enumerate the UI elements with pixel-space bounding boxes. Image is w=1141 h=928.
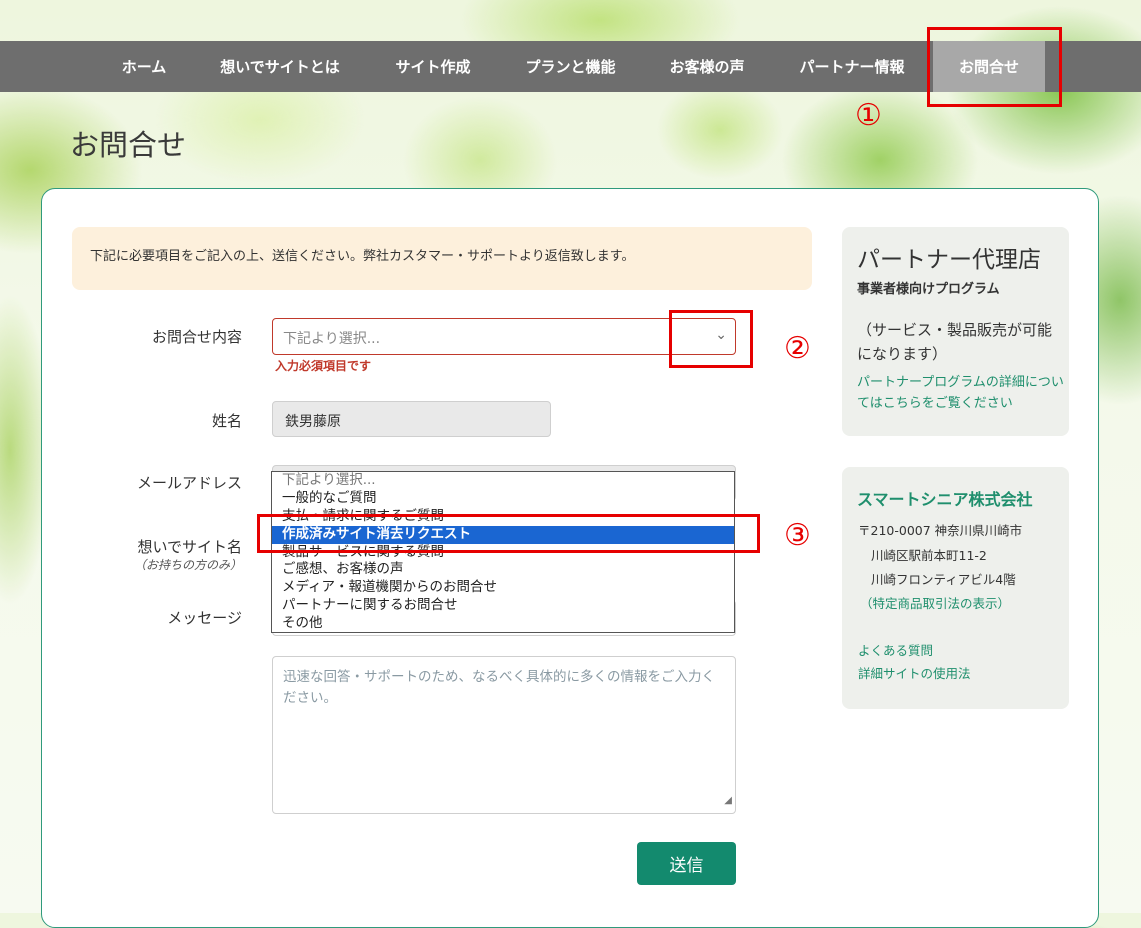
nav-item-create-site[interactable]: サイト作成 [368,41,498,92]
company-name: スマートシニア株式会社 [857,490,1033,509]
dropdown-option[interactable]: 下記より選択... [272,472,734,490]
inquiry-type-select[interactable]: 下記より選択... ⌄ [272,318,736,355]
annotation-number-2: ② [784,331,811,366]
partner-description: （サービス・製品販売が可能になります） [857,321,1053,363]
nav-item-contact[interactable]: お問合せ [933,41,1045,92]
dropdown-option[interactable]: パートナーに関するお問合せ [272,597,734,615]
dropdown-option[interactable]: メディア・報道機関からのお問合せ [272,579,734,597]
email-label: メールアドレス [136,474,242,492]
company-address-line2: 川崎区駅前本町11-2 [871,548,987,563]
inquiry-type-dropdown-list[interactable]: 下記より選択... 一般的なご質問 支払・請求に関するご質問 作成済みサイト消去… [271,471,735,633]
dropdown-option[interactable]: 一般的なご質問 [272,490,734,508]
company-address-line3: 川崎フロンティアビル4階 [871,572,1016,587]
partner-title: パートナー代理店 [857,247,1041,273]
chevron-down-icon[interactable]: ⌄ [715,327,727,343]
annotation-number-3: ③ [784,518,811,553]
inquiry-type-label: お問合せ内容 [151,328,242,346]
dropdown-option-selected[interactable]: 作成済みサイト消去リクエスト [272,525,734,544]
faq-link[interactable]: よくある質問 [858,640,933,659]
dropdown-option[interactable]: その他 [272,615,734,633]
company-address-line1: 〒210-0007 神奈川県川崎市 [858,523,1023,538]
dropdown-option[interactable]: 支払・請求に関するご質問 [272,508,734,526]
required-error-text: 入力必須項目です [275,359,372,373]
dropdown-option[interactable]: 製品サービスに関する質問 [272,544,734,562]
page-title: お問合せ [70,128,187,162]
site-name-sublabel: （お持ちの方のみ） [133,558,242,572]
partner-program-link[interactable]: パートナープログラムの詳細についてはこちらをご覧ください [857,372,1067,414]
nav-item-about[interactable]: 想いでサイトとは [192,41,368,92]
message-label: メッセージ [167,609,242,627]
legal-notice-link[interactable]: （特定商品取引法の表示） [860,593,1010,612]
dropdown-option[interactable]: ご感想、お客様の声 [272,561,734,579]
name-label: 姓名 [211,412,242,430]
message-placeholder: 迅速な回答・サポートのため、なるべく具体的に多くの情報をご入力ください。 [283,669,715,706]
nav-item-testimonials[interactable]: お客様の声 [643,41,771,92]
resize-handle-icon[interactable]: ◢ [724,790,732,811]
usage-guide-link[interactable]: 詳細サイトの使用法 [858,663,971,682]
top-nav: ホーム 想いでサイトとは サイト作成 プランと機能 お客様の声 パートナー情報 … [0,41,1141,92]
nav-item-home[interactable]: ホーム [96,41,192,92]
submit-button[interactable]: 送信 [637,842,736,885]
inquiry-type-placeholder: 下記より選択... [283,331,381,347]
annotation-number-1: ① [855,98,882,133]
name-field[interactable]: 鉄男藤原 [272,401,551,437]
site-name-label: 想いでサイト名 [137,538,242,556]
nav-item-plans[interactable]: プランと機能 [498,41,643,92]
partner-subtitle: 事業者様向けプログラム [857,282,1000,297]
nav-item-partners[interactable]: パートナー情報 [771,41,933,92]
instruction-notice: 下記に必要項目をご記入の上、送信ください。弊社カスタマー・サポートより返信致しま… [72,227,812,290]
message-textarea[interactable]: 迅速な回答・サポートのため、なるべく具体的に多くの情報をご入力ください。 ◢ [272,656,736,814]
